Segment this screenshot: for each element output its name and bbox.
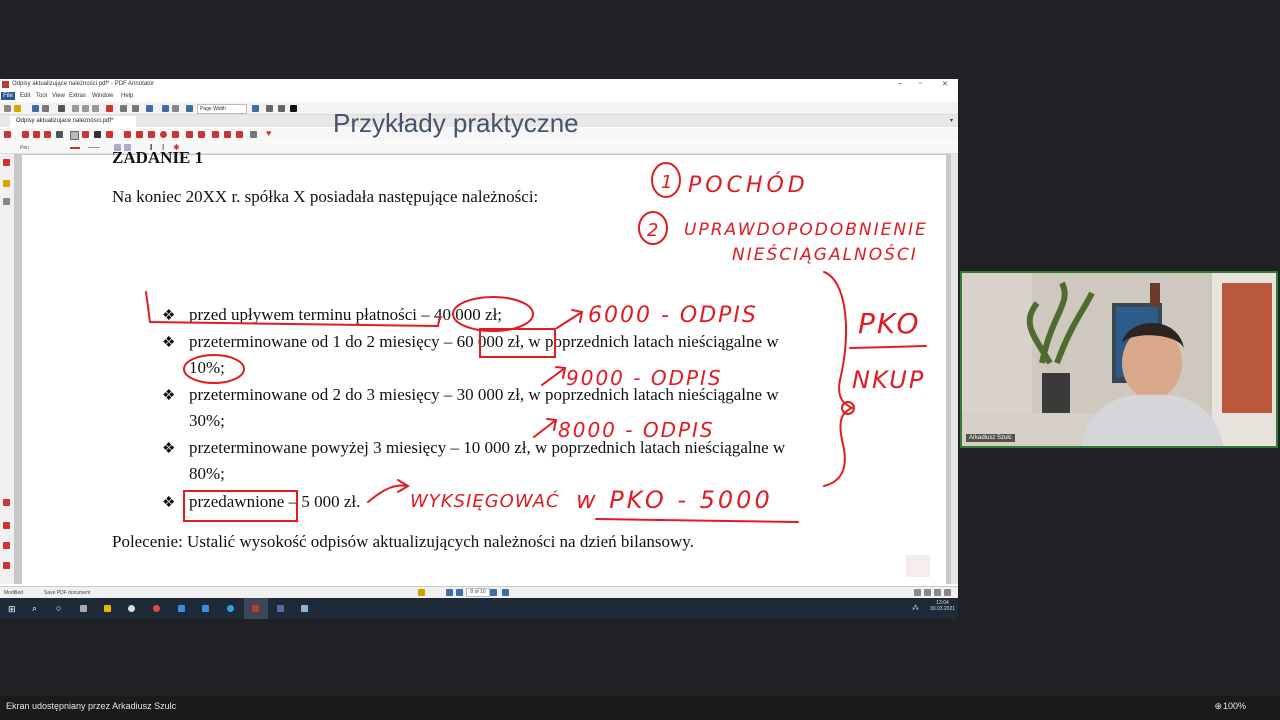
- webcam-image: [962, 273, 1276, 446]
- ink-number-2: 2: [647, 220, 658, 241]
- zoom-icon[interactable]: ⊕: [1214, 701, 1222, 712]
- ink-arrow-3: [533, 418, 558, 438]
- ink-pko: w PKO - 5000: [576, 486, 773, 514]
- ink-word-1: POCHÓD: [688, 172, 809, 198]
- status-modified: Modified: [4, 590, 23, 596]
- clock-date: 30.03.2021: [930, 606, 956, 612]
- ink-odpis-1: 6000 - ODPIS: [588, 303, 758, 328]
- view-fit-icon[interactable]: [944, 589, 951, 596]
- ink-arrow-2: [541, 366, 567, 386]
- windows-taskbar: ⊞ ⌕ ○ ⁂ 13:04 30.03.2021: [0, 598, 958, 619]
- calendar-icon[interactable]: [202, 605, 209, 612]
- next-page-icon[interactable]: [490, 589, 497, 596]
- ink-word-2a: UPRAWDOPODOBNIENIE: [684, 220, 928, 240]
- ink-underline-pko: [595, 518, 799, 523]
- ink-number-1: 1: [661, 172, 672, 193]
- zoom-level[interactable]: 100%: [1223, 701, 1246, 711]
- task-view-icon[interactable]: [80, 605, 87, 612]
- pen-app-icon[interactable]: [178, 605, 185, 612]
- network-icon[interactable]: ⁂: [912, 604, 919, 612]
- view-continuous-icon[interactable]: [934, 589, 941, 596]
- participant-name: Arkadiusz Szulc: [966, 434, 1015, 442]
- ink-circle-40000: [452, 296, 534, 332]
- pdf-annotator-window: Odpisy aktualizujące należności.pdf* - P…: [0, 79, 958, 619]
- explorer-icon[interactable]: [104, 605, 111, 612]
- ink-box-przedawnione: [183, 490, 298, 522]
- edge-icon[interactable]: [227, 605, 234, 612]
- ink-box-60000: [479, 328, 556, 358]
- view-single-icon[interactable]: [914, 589, 921, 596]
- ink-arrow-4: [367, 479, 410, 503]
- ink-side-2: NKUP: [852, 366, 925, 394]
- clock[interactable]: 13:04 30.03.2021: [930, 600, 955, 612]
- view-double-icon[interactable]: [924, 589, 931, 596]
- teams-icon[interactable]: [277, 605, 284, 612]
- cortana-icon[interactable]: ○: [56, 603, 61, 613]
- ink-odpis-3: 8000 - ODPIS: [558, 418, 715, 442]
- ink-brace: [823, 271, 855, 487]
- page-number-field[interactable]: 8 of 10: [466, 588, 490, 597]
- app-circle-icon[interactable]: [128, 605, 135, 612]
- ink-word-2b: NIEŚCIĄGALNOŚCI: [732, 243, 918, 265]
- ink-arrow-1: [556, 309, 584, 329]
- pdf-annotator-taskbar-icon[interactable]: [252, 605, 259, 612]
- vertical-scrollbar[interactable]: [951, 154, 958, 584]
- status-bar: Modified Save PDF document 8 of 10: [0, 586, 958, 598]
- ink-odpis-2: 9000 - ODPIS: [566, 366, 723, 390]
- windows-start-icon[interactable]: ⊞: [8, 604, 16, 615]
- page-view-icon[interactable]: [418, 589, 425, 596]
- pdf-page[interactable]: Przykłady praktyczne ZADANIE 1 Na koniec…: [22, 108, 946, 585]
- ink-annotations: 1 POCHÓD 2 UPRAWDOPODOBNIENIE NIEŚCIĄGAL…: [145, 162, 928, 523]
- chrome-icon[interactable]: [153, 605, 160, 612]
- notes-icon[interactable]: [301, 605, 308, 612]
- status-message: Save PDF document: [44, 590, 91, 596]
- ink-wyksiegowac: WYKSIĘGOWAĆ: [410, 490, 560, 512]
- search-icon[interactable]: ⌕: [32, 603, 37, 614]
- ink-circle-10: [183, 354, 245, 384]
- screen-share-bar: Ekran udostępniany przez Arkadiusz Szulc…: [0, 696, 1280, 720]
- ink-underline-1: [145, 291, 441, 328]
- prev-page-icon[interactable]: [456, 589, 463, 596]
- share-status-text: Ekran udostępniany przez Arkadiusz Szulc: [6, 701, 177, 711]
- first-page-icon[interactable]: [446, 589, 453, 596]
- ink-fraction-line: [849, 345, 927, 349]
- last-page-icon[interactable]: [502, 589, 509, 596]
- webcam-feed: Arkadiusz Szulc: [960, 271, 1278, 448]
- page-note-icon[interactable]: [906, 555, 930, 577]
- ink-side-1: PKO: [858, 307, 921, 340]
